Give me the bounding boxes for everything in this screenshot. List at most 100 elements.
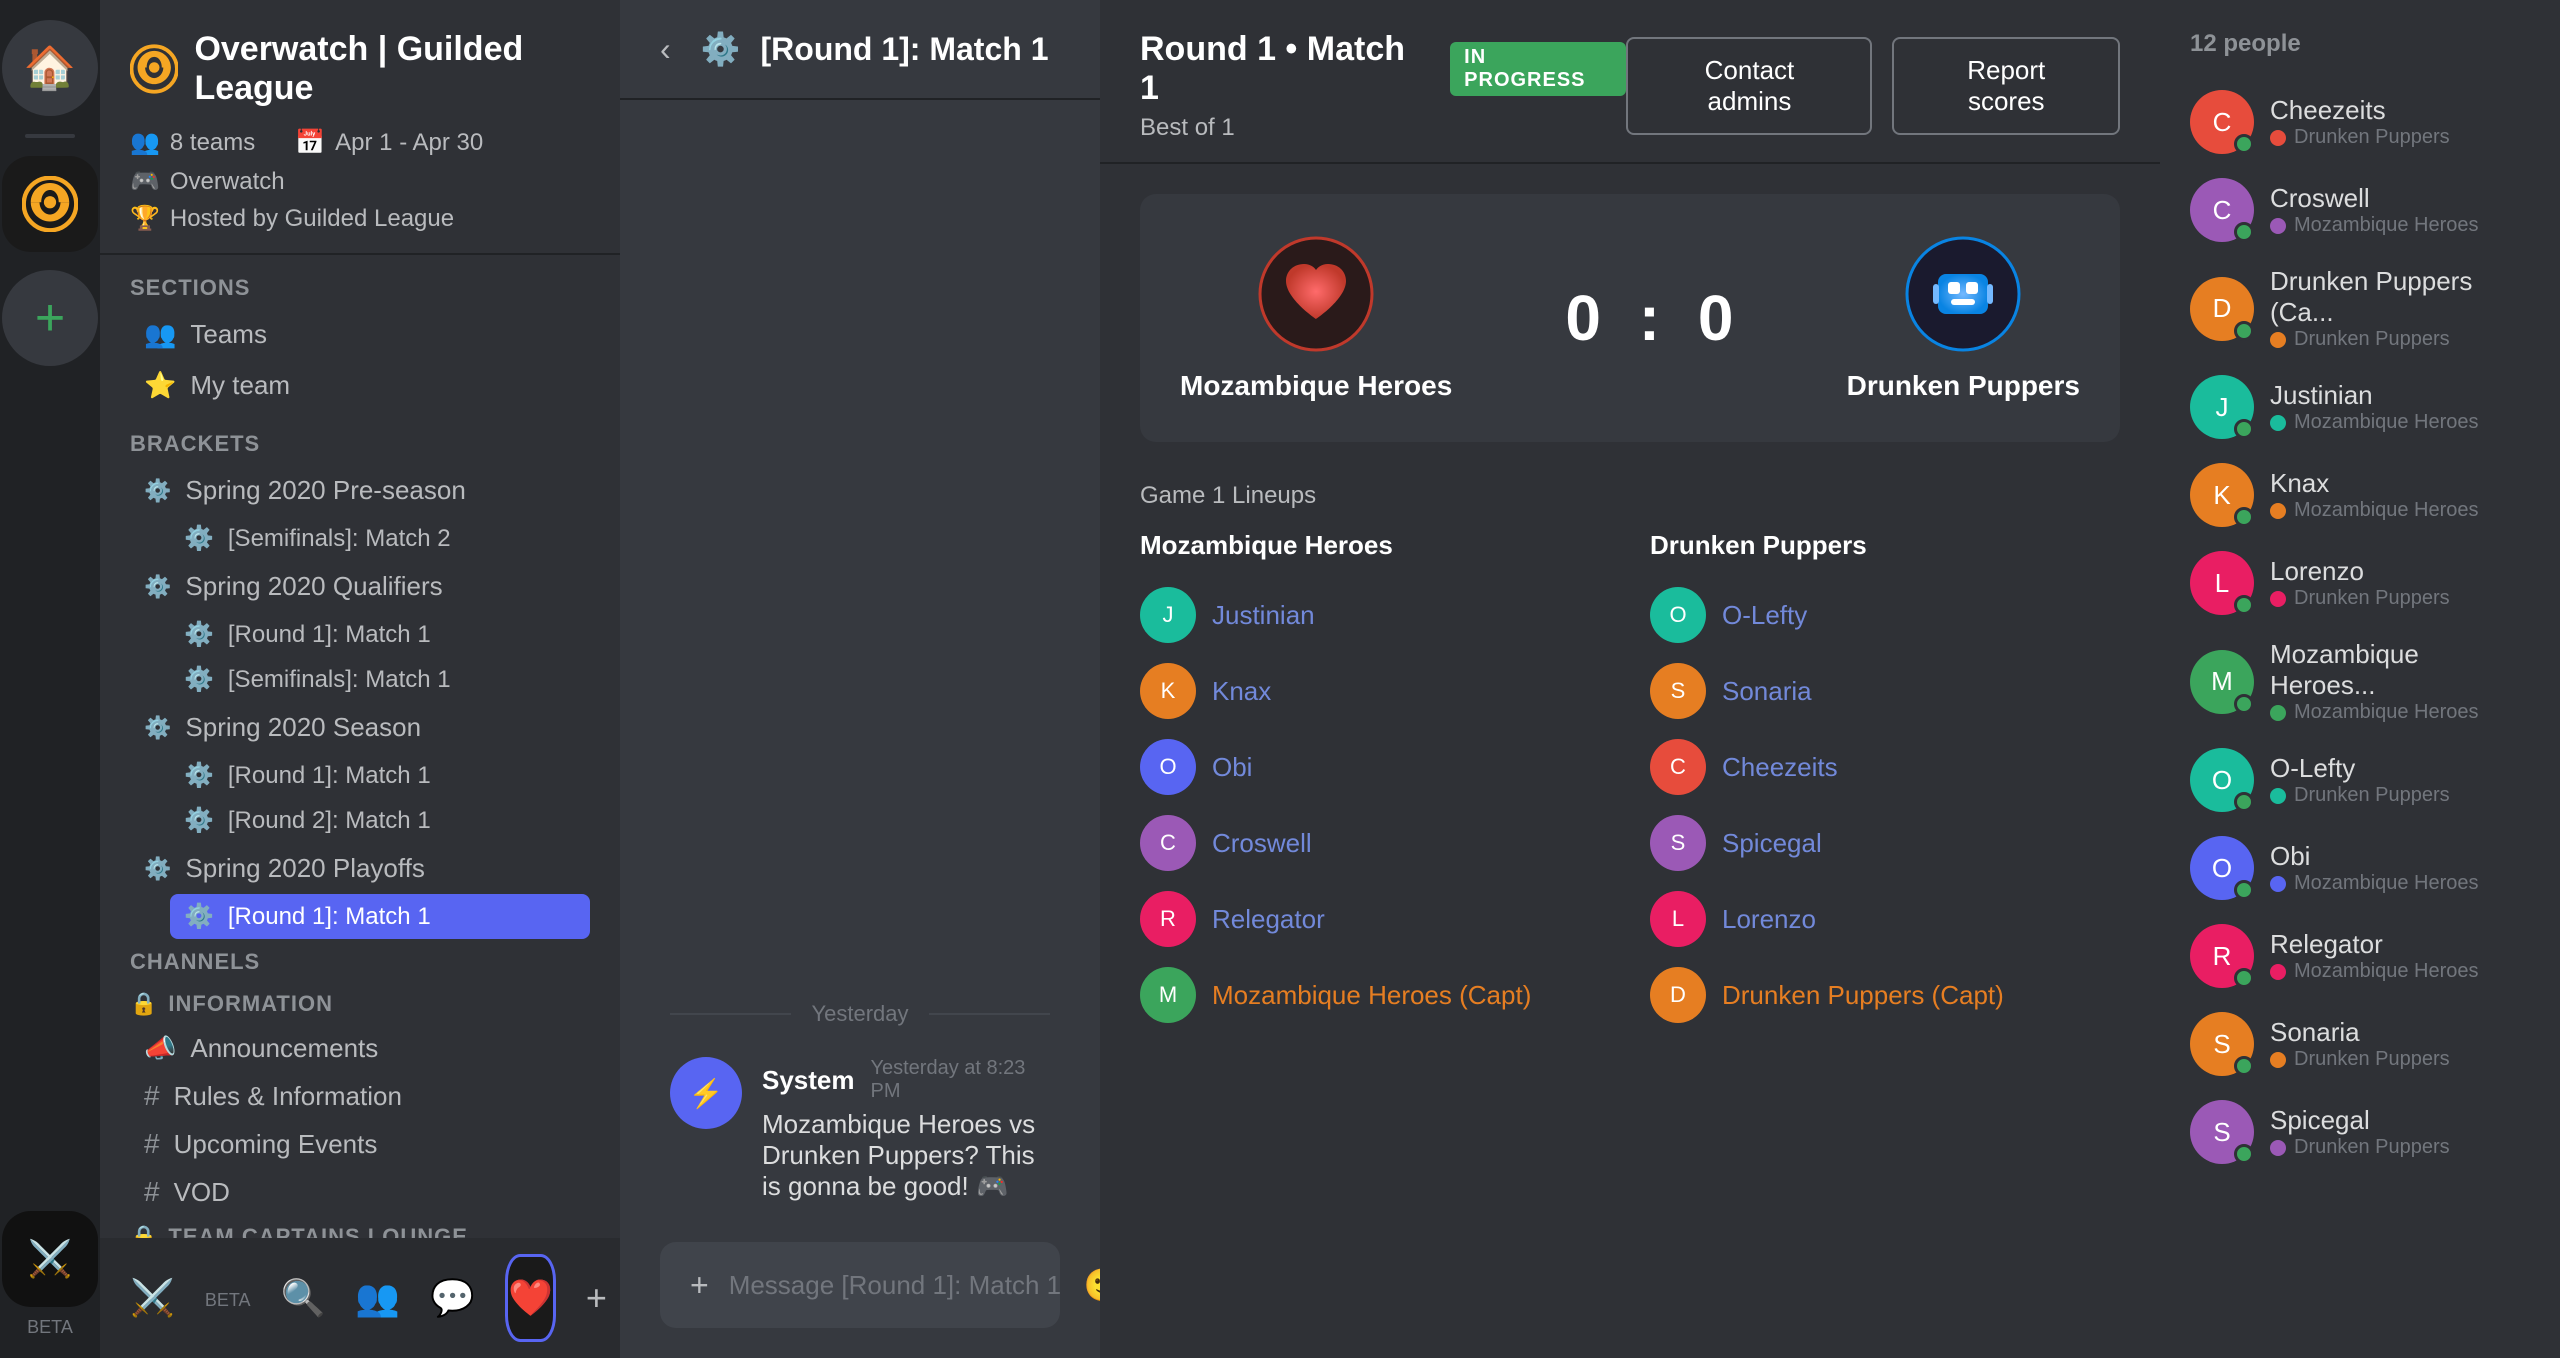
events-label: Upcoming Events (174, 1129, 378, 1160)
search-icon: 🔍 (281, 1277, 326, 1319)
person-name-lorenzo-p: Lorenzo (2270, 556, 2450, 587)
player-name-knax[interactable]: Knax (1212, 676, 1271, 707)
sidebar-item-qualifiers[interactable]: ⚙️ Spring 2020 Qualifiers (130, 561, 590, 612)
player-cheezeits: C Cheezeits (1650, 729, 2120, 805)
channel-announcements[interactable]: 📣 Announcements (130, 1025, 590, 1072)
add-attachment-button[interactable]: + (690, 1267, 709, 1304)
player-name-lorenzo[interactable]: Lorenzo (1722, 904, 1816, 935)
status-dot-knax (2234, 507, 2254, 527)
toolbar-add-button[interactable]: + (586, 1263, 607, 1333)
toolbar-search-button[interactable]: 🔍 (281, 1263, 326, 1333)
sidebar-item-preseason[interactable]: ⚙️ Spring 2020 Pre-season (130, 465, 590, 516)
person-team-relegator: Mozambique Heroes (2270, 960, 2479, 983)
person-team-cheezeits: Drunken Puppers (2270, 126, 2450, 149)
toolbar-chat-button[interactable]: 💬 (430, 1263, 475, 1333)
match-title-area: Round 1 • Match 1 IN PROGRESS Best of 1 (1140, 30, 1626, 142)
guilded-logo-icon[interactable]: ⚔️ (2, 1211, 98, 1307)
toolbar-guilded-button[interactable]: ⚔️ (130, 1263, 175, 1333)
person-info-cheezeits: Cheezeits Drunken Puppers (2270, 95, 2450, 149)
report-scores-button[interactable]: Report scores (1892, 37, 2120, 135)
status-dot-spicegal (2234, 1144, 2254, 1164)
person-sonaria[interactable]: S Sonaria Drunken Puppers (2160, 1000, 2560, 1088)
channel-upcoming-events[interactable]: # Upcoming Events (130, 1120, 590, 1168)
person-obi[interactable]: O Obi Mozambique Heroes (2160, 824, 2560, 912)
sidebar-item-s-r2m1[interactable]: ⚙️ [Round 2]: Match 1 (170, 798, 590, 843)
person-team-lorenzo: Drunken Puppers (2270, 587, 2450, 610)
player-name-cheezeits[interactable]: Cheezeits (1722, 752, 1838, 783)
person-lorenzo[interactable]: L Lorenzo Drunken Puppers (2160, 539, 2560, 627)
player-name-croswell[interactable]: Croswell (1212, 828, 1312, 859)
sidebar-item-preseason-sf2[interactable]: ⚙️ [Semifinals]: Match 2 (170, 516, 590, 561)
player-name-justinian[interactable]: Justinian (1212, 600, 1315, 631)
person-olefty[interactable]: O O-Lefty Drunken Puppers (2160, 736, 2560, 824)
person-cheezeits[interactable]: C Cheezeits Drunken Puppers (2160, 78, 2560, 166)
sidebar-item-s-r1m1[interactable]: ⚙️ [Round 1]: Match 1 (170, 753, 590, 798)
sidebar-item-p-r1m1[interactable]: ⚙️ [Round 1]: Match 1 (170, 894, 590, 939)
back-button[interactable]: ‹ (660, 31, 671, 68)
person-spicegal[interactable]: S Spicegal Drunken Puppers (2160, 1088, 2560, 1176)
player-name-olefty[interactable]: O-Lefty (1722, 600, 1807, 631)
friends-icon: 👥 (355, 1277, 400, 1319)
lineups-section: Game 1 Lineups Mozambique Heroes J Justi… (1100, 472, 2160, 1063)
person-name-knax-p: Knax (2270, 468, 2479, 499)
icon-divider (25, 134, 75, 138)
sidebar-item-q-r1m1[interactable]: ⚙️ [Round 1]: Match 1 (170, 612, 590, 657)
left-lineup-col: Mozambique Heroes J Justinian K Knax O O… (1140, 530, 1610, 1033)
team-dot-moz (2270, 705, 2286, 721)
rules-label: Rules & Information (174, 1081, 402, 1112)
people-count: 12 people (2190, 30, 2301, 58)
chat-input-field[interactable] (729, 1270, 1064, 1301)
person-mozambique-capt-p[interactable]: M Mozambique Heroes... Mozambique Heroes (2160, 627, 2560, 736)
sidebar-item-playoffs[interactable]: ⚙️ Spring 2020 Playoffs (130, 843, 590, 894)
match-icon: ⚙️ (184, 524, 214, 553)
person-team-olefty: Drunken Puppers (2270, 784, 2450, 807)
person-dp-capt[interactable]: D Drunken Puppers (Ca... Drunken Puppers (2160, 254, 2560, 363)
sidebar-header: Overwatch | Guilded League 👥 8 teams 📅 A… (100, 0, 620, 255)
person-justinian[interactable]: J Justinian Mozambique Heroes (2160, 363, 2560, 451)
channels-label: Channels (130, 949, 590, 975)
team-dot-cheezeits (2270, 130, 2286, 146)
person-croswell[interactable]: C Croswell Mozambique Heroes (2160, 166, 2560, 254)
toolbar-friends-button[interactable]: 👥 (355, 1263, 400, 1333)
person-name-relegator-p: Relegator (2270, 929, 2479, 960)
player-name-sonaria[interactable]: Sonaria (1722, 676, 1812, 707)
channel-rules[interactable]: # Rules & Information (130, 1072, 590, 1120)
contact-admins-button[interactable]: Contact admins (1626, 37, 1872, 135)
player-knax: K Knax (1140, 653, 1610, 729)
server-overwatch-icon[interactable] (2, 156, 98, 252)
player-name-spicegal[interactable]: Spicegal (1722, 828, 1822, 859)
person-relegator[interactable]: R Relegator Mozambique Heroes (2160, 912, 2560, 1000)
player-name-dp-capt[interactable]: Drunken Puppers (Capt) (1722, 980, 2004, 1011)
player-croswell: C Croswell (1140, 805, 1610, 881)
beta-label: BETA (27, 1317, 73, 1338)
team-dot-olefty (2270, 788, 2286, 804)
player-mozambique-capt: M Mozambique Heroes (Capt) (1140, 957, 1610, 1033)
team-dot-knax (2270, 503, 2286, 519)
person-info-spicegal: Spicegal Drunken Puppers (2270, 1105, 2450, 1159)
server-icon: ❤️ (508, 1277, 553, 1319)
home-icon-btn[interactable]: 🏠 (2, 20, 98, 116)
sidebar-item-q-sfm1[interactable]: ⚙️ [Semifinals]: Match 1 (170, 657, 590, 702)
team-dot-sonaria (2270, 1052, 2286, 1068)
channel-vod[interactable]: # VOD (130, 1168, 590, 1216)
chat-input-area: + 🙂 (620, 1242, 1100, 1358)
person-avatar-knax-p: K (2190, 463, 2254, 527)
player-name-obi[interactable]: Obi (1212, 752, 1252, 783)
match-format: Best of 1 (1140, 114, 1626, 142)
add-server-button[interactable]: + (2, 270, 98, 366)
player-name-relegator[interactable]: Relegator (1212, 904, 1325, 935)
person-info-obi: Obi Mozambique Heroes (2270, 841, 2479, 895)
channel-group-information[interactable]: 🔒 Information (130, 983, 590, 1025)
person-info-dp-capt: Drunken Puppers (Ca... Drunken Puppers (2270, 266, 2530, 351)
sidebar-item-teams[interactable]: 👥 Teams (130, 309, 590, 360)
bracket-icon-preseason: ⚙️ (144, 478, 171, 504)
player-drunken-capt: D Drunken Puppers (Capt) (1650, 957, 2120, 1033)
person-team-moz-capt: Mozambique Heroes (2270, 701, 2530, 724)
sections-label: Sections (130, 275, 590, 301)
game-icon: 🎮 (130, 167, 160, 196)
person-knax[interactable]: K Knax Mozambique Heroes (2160, 451, 2560, 539)
toolbar-server-button[interactable]: ❤️ (505, 1254, 556, 1342)
sidebar-item-myteam[interactable]: ⭐ My team (130, 360, 590, 411)
sidebar-item-season[interactable]: ⚙️ Spring 2020 Season (130, 702, 590, 753)
player-name-moz-capt[interactable]: Mozambique Heroes (Capt) (1212, 980, 1531, 1011)
